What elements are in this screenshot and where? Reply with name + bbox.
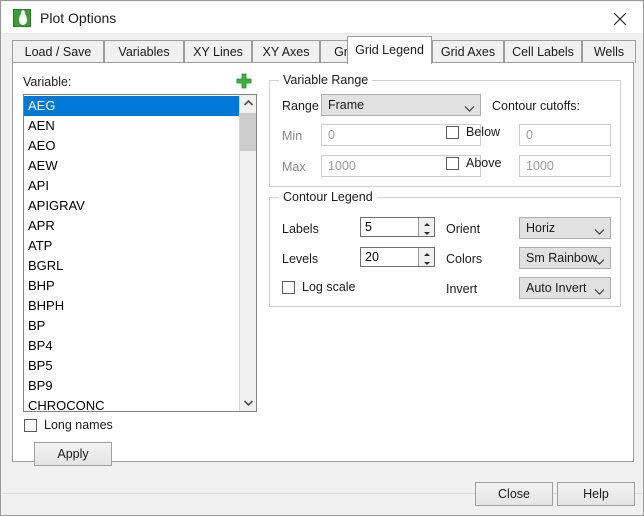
close-icon[interactable] — [597, 2, 643, 34]
below-input[interactable]: 0 — [519, 124, 611, 146]
tab-panel-grid-legend: Variable: AEG AEN AEO AEW API APIGRAV APR ATP BG… — [12, 62, 634, 466]
invert-value: Auto Invert — [526, 281, 587, 295]
list-item[interactable]: API — [24, 176, 240, 196]
below-value: 0 — [526, 128, 533, 142]
tab-variables[interactable]: Variables — [104, 40, 184, 63]
labels-label: Labels — [282, 222, 319, 236]
max-value: 1000 — [328, 159, 356, 173]
chevron-down-icon — [594, 285, 605, 299]
variable-label: Variable: — [23, 75, 72, 89]
variable-range-group: Variable Range Range Frame Min 0 Max 100… — [269, 73, 621, 187]
tab-strip: Load / Save Variables XY Lines XY Axes G… — [2, 34, 643, 64]
min-value: 0 — [328, 128, 335, 142]
stepper-buttons[interactable] — [418, 218, 434, 236]
stepper-buttons[interactable] — [418, 248, 434, 266]
colors-value: Sm Rainbow — [526, 251, 597, 265]
apply-button[interactable]: Apply — [34, 442, 112, 466]
tab-wells[interactable]: Wells — [582, 40, 636, 63]
min-label: Min — [282, 129, 303, 143]
stepper-down-icon[interactable] — [419, 227, 434, 236]
list-item[interactable]: ATP — [24, 236, 240, 256]
levels-label: Levels — [282, 252, 319, 266]
labels-value: 5 — [365, 220, 372, 234]
plus-icon[interactable] — [235, 72, 253, 90]
contour-legend-group: Contour Legend Labels 5 Orient Horiz Lev… — [269, 190, 621, 307]
stepper-up-icon[interactable] — [419, 218, 434, 227]
above-checkbox[interactable]: Above — [446, 156, 501, 170]
levels-stepper[interactable]: 20 — [360, 247, 435, 267]
chevron-down-icon — [594, 225, 605, 239]
list-item[interactable]: AEG — [24, 96, 240, 116]
above-input[interactable]: 1000 — [519, 155, 611, 177]
tab-cell-labels[interactable]: Cell Labels — [504, 40, 582, 63]
water-drop-icon — [13, 9, 31, 27]
tab-xy-lines[interactable]: XY Lines — [184, 40, 252, 63]
close-button[interactable]: Close — [475, 482, 553, 506]
tab-load-save[interactable]: Load / Save — [12, 40, 104, 63]
list-item[interactable]: AEW — [24, 156, 240, 176]
above-label: Above — [466, 156, 502, 170]
above-value: 1000 — [526, 159, 554, 173]
list-item[interactable]: BHP — [24, 276, 240, 296]
list-item[interactable]: BP9 — [24, 376, 240, 396]
checkbox-box — [24, 418, 37, 432]
window-title: Plot Options — [40, 10, 117, 26]
range-select[interactable]: Frame — [321, 94, 481, 116]
below-label: Below — [466, 125, 501, 139]
title-bar: Plot Options — [2, 2, 643, 34]
range-label: Range — [282, 99, 319, 113]
list-item[interactable]: BP5 — [24, 356, 240, 376]
list-item[interactable]: CHROCONC — [24, 396, 240, 411]
stepper-up-icon[interactable] — [419, 248, 434, 257]
contour-legend-title: Contour Legend — [279, 190, 377, 204]
plot-options-dialog: Plot Options Load / Save Variables XY Li… — [0, 0, 644, 516]
variable-range-title: Variable Range — [279, 73, 373, 87]
invert-select[interactable]: Auto Invert — [519, 277, 611, 299]
list-item[interactable]: BP — [24, 316, 240, 336]
variable-listbox[interactable]: AEG AEN AEO AEW API APIGRAV APR ATP BGRL BHP BHPH B… — [23, 94, 257, 412]
labels-stepper[interactable]: 5 — [360, 217, 435, 237]
long-names-checkbox[interactable]: Long names — [24, 418, 113, 432]
scroll-up-icon[interactable] — [240, 95, 256, 112]
invert-label: Invert — [446, 282, 478, 296]
below-checkbox[interactable]: Below — [446, 125, 500, 139]
long-names-label: Long names — [44, 418, 113, 432]
list-item[interactable]: APIGRAV — [24, 196, 240, 216]
list-item[interactable]: APR — [24, 216, 240, 236]
list-item[interactable]: BGRL — [24, 256, 240, 276]
levels-value: 20 — [365, 250, 379, 264]
list-item[interactable]: AEO — [24, 136, 240, 156]
tab-grid-axes[interactable]: Grid Axes — [432, 40, 504, 63]
list-item[interactable]: AEN — [24, 116, 240, 136]
scrollbar-thumb[interactable] — [240, 113, 256, 151]
list-item[interactable]: BHPH — [24, 296, 240, 316]
list-item[interactable]: BP4 — [24, 336, 240, 356]
orient-select[interactable]: Horiz — [519, 217, 611, 239]
tab-grid-legend[interactable]: Grid Legend — [347, 36, 432, 64]
colors-select[interactable]: Sm Rainbow — [519, 247, 611, 269]
contour-cutoffs-label: Contour cutoffs: — [492, 99, 581, 113]
colors-label: Colors — [446, 252, 483, 266]
scroll-down-icon[interactable] — [240, 394, 256, 411]
checkbox-box — [446, 156, 459, 170]
help-button[interactable]: Help — [557, 482, 635, 506]
chevron-down-icon — [594, 255, 605, 269]
checkbox-box — [282, 280, 295, 294]
orient-value: Horiz — [526, 221, 556, 235]
range-value: Frame — [328, 98, 365, 112]
log-scale-checkbox[interactable]: Log scale — [282, 280, 356, 294]
log-scale-label: Log scale — [302, 280, 356, 294]
orient-label: Orient — [446, 222, 481, 236]
stepper-down-icon[interactable] — [419, 257, 434, 266]
tab-xy-axes[interactable]: XY Axes — [252, 40, 320, 63]
chevron-down-icon — [464, 102, 475, 116]
list-scrollbar[interactable] — [239, 95, 256, 411]
max-label: Max — [282, 160, 306, 174]
checkbox-box — [446, 125, 459, 139]
